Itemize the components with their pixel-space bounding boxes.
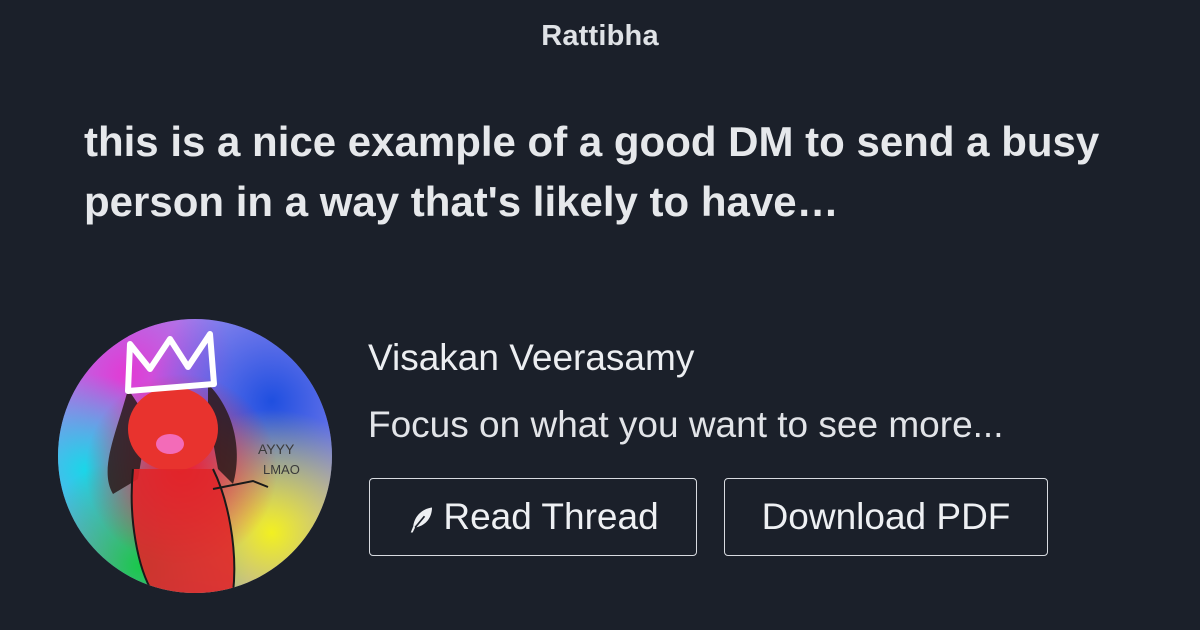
avatar-scribble-1: AYYY [258,441,295,457]
read-thread-button[interactable]: Read Thread [369,478,697,556]
author-name: Visakan Veerasamy [368,337,695,378]
download-pdf-button[interactable]: Download PDF [724,478,1048,556]
avatar-illustration: AYYY LMAO [58,319,332,593]
author-bio: Focus on what you want to see more... [368,404,1004,445]
avatar-scribble-2: LMAO [263,462,300,477]
read-thread-label: Read Thread [443,496,659,537]
brand-title: Rattibha [541,20,659,52]
thread-headline: this is a nice example of a good DM to s… [84,118,1100,225]
download-pdf-label: Download PDF [761,496,1011,537]
author-avatar: AYYY LMAO [58,319,332,593]
feather-icon [411,507,433,533]
